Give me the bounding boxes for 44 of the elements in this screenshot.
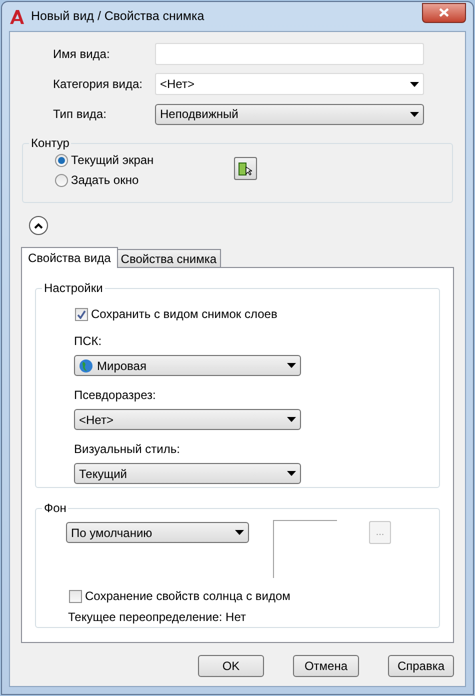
dialog-button[interactable]: Отмена (293, 655, 359, 677)
caret-icon (287, 363, 296, 368)
name-field[interactable] (155, 43, 424, 65)
dropdown-label: ПСК: (74, 333, 103, 348)
dropdown-label: Визуальный стиль: (74, 441, 181, 456)
radio-label: Текущий экран (71, 152, 154, 169)
radio-label: Задать окно (71, 172, 139, 189)
field-label: Имя вида: (53, 46, 111, 63)
close-button[interactable] (422, 2, 466, 22)
field-label: Категория вида: (53, 76, 144, 93)
globe-icon (79, 358, 93, 372)
caret-icon (410, 112, 419, 116)
pick-window-button[interactable] (234, 157, 257, 180)
dropdown[interactable]: Неподвижный (155, 104, 424, 124)
dropdown[interactable]: Мировая (74, 355, 301, 376)
app-logo-icon (9, 8, 25, 24)
caret-icon (287, 471, 296, 476)
dropdown[interactable]: <Нет> (74, 409, 301, 430)
tab[interactable]: Свойства вида (21, 247, 118, 268)
window-title: Новый вид / Свойства снимка (31, 8, 204, 26)
checkbox[interactable] (69, 590, 82, 602)
checkbox-label: Сохранение свойств солнца с видом (85, 588, 290, 605)
checkbox[interactable] (75, 308, 88, 320)
dropdown[interactable]: По умолчанию (66, 522, 249, 543)
group-title: Настройки (42, 280, 105, 296)
caret-icon (410, 82, 419, 86)
caret-icon (287, 417, 296, 422)
dialog-button[interactable]: OK (198, 655, 264, 677)
radio-button[interactable] (55, 154, 68, 166)
close-icon (439, 8, 449, 17)
field-label: Тип вида: (53, 106, 108, 123)
dialog-button[interactable]: Справка (388, 655, 454, 677)
tab[interactable]: Свойства снимка (118, 249, 221, 267)
category-combo[interactable]: <Нет> (155, 73, 424, 95)
dropdown-label: Псевдоразрез: (74, 387, 157, 402)
dropdown[interactable]: Текущий (74, 463, 301, 484)
radio-button[interactable] (55, 174, 68, 186)
collapse-button[interactable] (29, 216, 48, 235)
window-pick-icon (238, 162, 252, 176)
caret-icon (235, 530, 244, 535)
chevron-up-icon (34, 222, 43, 228)
checkbox-label: Сохранить с видом снимок слоев (91, 306, 278, 323)
override-text: Текущее переопределение: Нет (68, 609, 247, 626)
background-preview (273, 520, 337, 578)
